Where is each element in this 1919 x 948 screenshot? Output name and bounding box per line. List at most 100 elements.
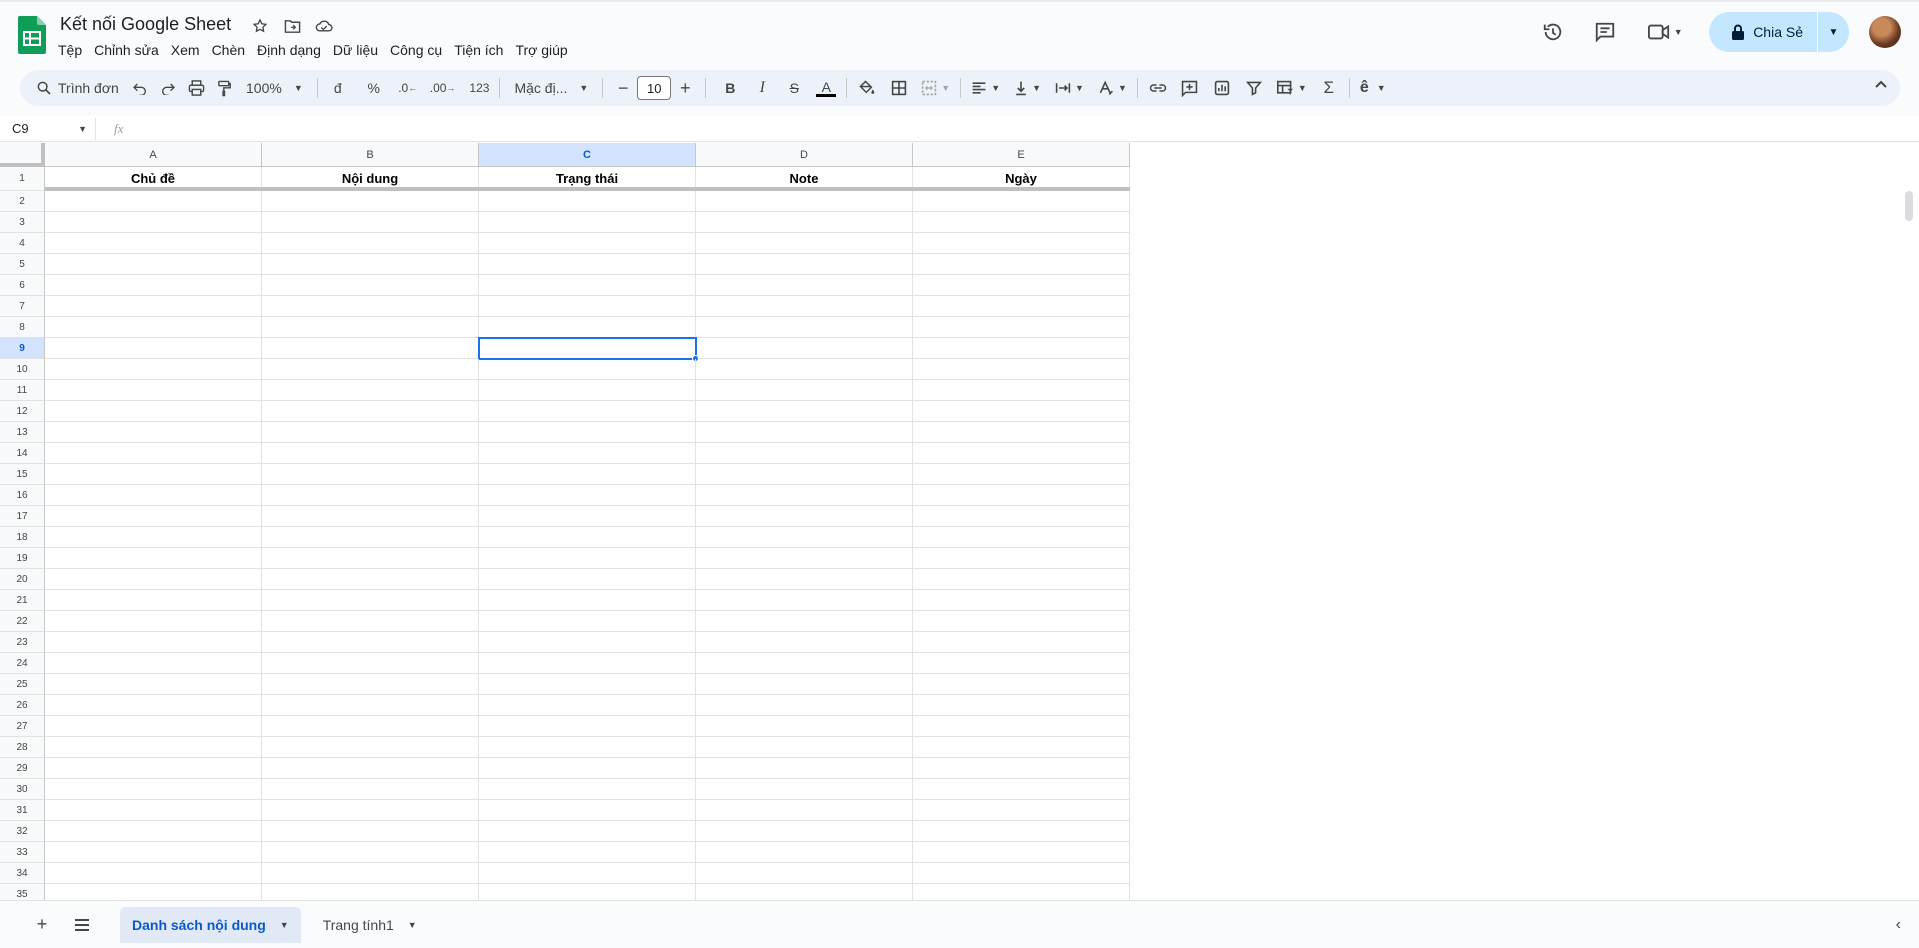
cell-d16[interactable] (696, 485, 913, 506)
row-header-28[interactable]: 28 (0, 737, 45, 758)
cell-e13[interactable] (913, 422, 1130, 443)
document-title[interactable]: Kết nối Google Sheet (60, 14, 231, 35)
row-header-19[interactable]: 19 (0, 548, 45, 569)
row-header-26[interactable]: 26 (0, 695, 45, 716)
cell-e18[interactable] (913, 527, 1130, 548)
cell-d27[interactable] (696, 716, 913, 737)
cell-b23[interactable] (262, 632, 479, 653)
insert-comment-button[interactable] (1176, 74, 1204, 102)
row-header-16[interactable]: 16 (0, 485, 45, 506)
cell-e11[interactable] (913, 380, 1130, 401)
cell-d30[interactable] (696, 779, 913, 800)
chevron-down-icon[interactable]: ▼ (280, 920, 289, 930)
row-header-34[interactable]: 34 (0, 863, 45, 884)
cell-d35[interactable] (696, 884, 913, 900)
cell-b26[interactable] (262, 695, 479, 716)
sheet-tab-1[interactable]: Danh sách nội dung ▼ (120, 906, 301, 943)
row-header-30[interactable]: 30 (0, 779, 45, 800)
cell-b33[interactable] (262, 842, 479, 863)
row-header-2[interactable]: 2 (0, 191, 45, 212)
cell-c7[interactable] (479, 296, 696, 317)
cell-e7[interactable] (913, 296, 1130, 317)
merge-cells-button[interactable]: ▼ (917, 74, 954, 102)
cell-a32[interactable] (45, 821, 262, 842)
cell-d11[interactable] (696, 380, 913, 401)
cell-b8[interactable] (262, 317, 479, 338)
cell-d25[interactable] (696, 674, 913, 695)
spreadsheet-grid[interactable]: A B C D E 1 Chủ đề Nội dung Trạng thái Note Ngày 2 3… (0, 143, 1919, 900)
print-button[interactable] (182, 74, 210, 102)
cell-b12[interactable] (262, 401, 479, 422)
hide-menus-icon[interactable] (1874, 76, 1888, 92)
cell-d9[interactable] (696, 338, 913, 359)
all-sheets-icon[interactable] (64, 907, 100, 943)
row-header-10[interactable]: 10 (0, 359, 45, 380)
cloud-saved-icon[interactable] (314, 16, 334, 36)
input-tools-button[interactable]: ê ▼ (1356, 74, 1390, 102)
share-button[interactable]: Chia Sẻ (1709, 12, 1817, 52)
cell-a25[interactable] (45, 674, 262, 695)
cell-b28[interactable] (262, 737, 479, 758)
cell-d10[interactable] (696, 359, 913, 380)
cell-e10[interactable] (913, 359, 1130, 380)
cell-e16[interactable] (913, 485, 1130, 506)
strikethrough-button[interactable]: S (780, 74, 808, 102)
row-header-17[interactable]: 17 (0, 506, 45, 527)
menu-help[interactable]: Trợ giúp (509, 40, 573, 60)
cell-b3[interactable] (262, 212, 479, 233)
insert-link-button[interactable] (1144, 74, 1172, 102)
cell-a8[interactable] (45, 317, 262, 338)
cell-d23[interactable] (696, 632, 913, 653)
cell-d4[interactable] (696, 233, 913, 254)
cell-a2[interactable] (45, 191, 262, 212)
horizontal-align-button[interactable]: ▼ (967, 74, 1004, 102)
row-header-18[interactable]: 18 (0, 527, 45, 548)
vertical-scrollbar[interactable] (1905, 191, 1913, 221)
cell-b11[interactable] (262, 380, 479, 401)
cell-c31[interactable] (479, 800, 696, 821)
formula-input[interactable] (135, 118, 1919, 140)
cell-e24[interactable] (913, 653, 1130, 674)
cell-e19[interactable] (913, 548, 1130, 569)
create-filter-button[interactable] (1240, 74, 1268, 102)
row-header-20[interactable]: 20 (0, 569, 45, 590)
cell-b14[interactable] (262, 443, 479, 464)
cell-c8[interactable] (479, 317, 696, 338)
cell-b30[interactable] (262, 779, 479, 800)
search-menus[interactable]: Trình đơn (30, 80, 126, 96)
cell-d7[interactable] (696, 296, 913, 317)
increase-font-size-button[interactable]: + (671, 74, 699, 102)
cell-d19[interactable] (696, 548, 913, 569)
cell-b32[interactable] (262, 821, 479, 842)
cell-a24[interactable] (45, 653, 262, 674)
cell-c32[interactable] (479, 821, 696, 842)
cell-a6[interactable] (45, 275, 262, 296)
column-header-c[interactable]: C (479, 143, 696, 167)
cell-b6[interactable] (262, 275, 479, 296)
cell-c2[interactable] (479, 191, 696, 212)
cell-a21[interactable] (45, 590, 262, 611)
cell-e5[interactable] (913, 254, 1130, 275)
row-header-14[interactable]: 14 (0, 443, 45, 464)
italic-button[interactable]: I (748, 74, 776, 102)
row-header-27[interactable]: 27 (0, 716, 45, 737)
cell-d20[interactable] (696, 569, 913, 590)
cell-d34[interactable] (696, 863, 913, 884)
font-select[interactable]: Mặc đị... ▼ (506, 74, 596, 102)
row-header-29[interactable]: 29 (0, 758, 45, 779)
add-sheet-icon[interactable]: + (24, 907, 60, 943)
cell-a31[interactable] (45, 800, 262, 821)
more-formats-button[interactable]: 123 (465, 74, 493, 102)
share-dropdown[interactable]: ▼ (1817, 12, 1849, 52)
cell-b2[interactable] (262, 191, 479, 212)
cell-c3[interactable] (479, 212, 696, 233)
row-header-25[interactable]: 25 (0, 674, 45, 695)
cell-a13[interactable] (45, 422, 262, 443)
row-header-4[interactable]: 4 (0, 233, 45, 254)
star-icon[interactable] (250, 16, 270, 36)
explore-collapse-icon[interactable]: ‹ (1896, 916, 1901, 934)
row-header-21[interactable]: 21 (0, 590, 45, 611)
cell-c14[interactable] (479, 443, 696, 464)
cell-b25[interactable] (262, 674, 479, 695)
cell-a17[interactable] (45, 506, 262, 527)
